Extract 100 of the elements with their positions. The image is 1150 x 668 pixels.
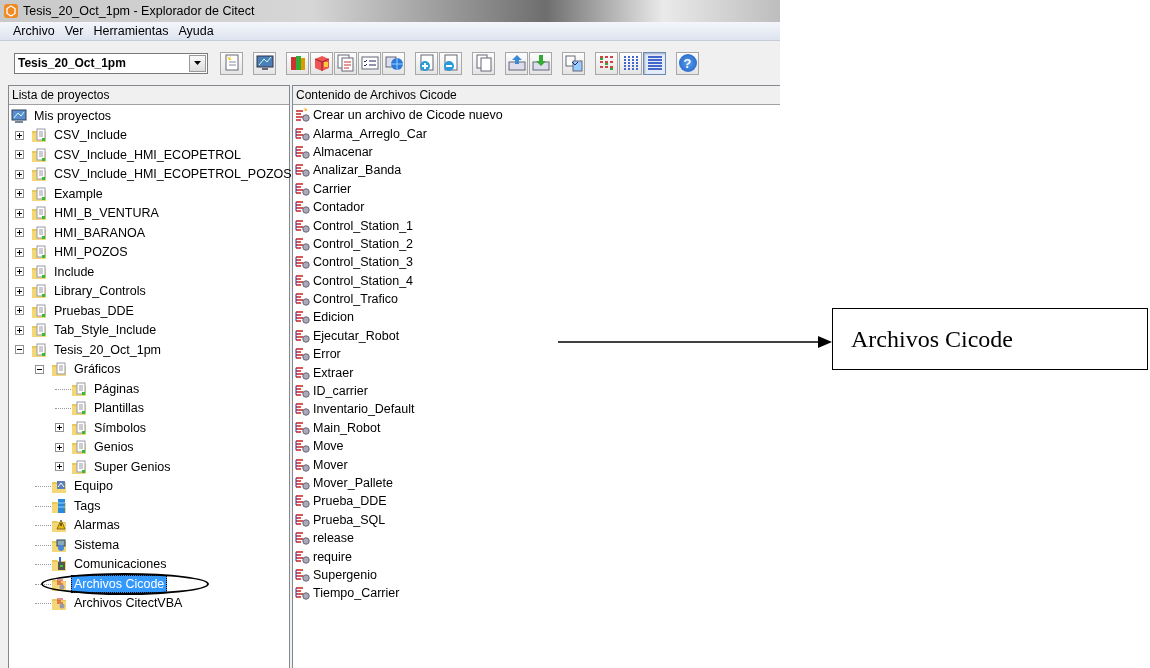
file-item[interactable]: Main_Robot [313, 420, 381, 435]
project-folder-icon [31, 341, 47, 358]
toolbar-button[interactable] [415, 51, 438, 75]
callout-label: Archivos Cicode [832, 308, 1148, 370]
tree-item[interactable]: Genios [91, 438, 137, 457]
toolbar-button[interactable] [439, 51, 462, 75]
expand-icon[interactable] [15, 286, 24, 296]
expand-icon[interactable] [15, 169, 24, 179]
file-item[interactable]: Ejecutar_Robot [313, 328, 400, 343]
tree-item[interactable]: Alarmas [71, 516, 123, 535]
expand-icon[interactable] [15, 306, 24, 316]
toolbar-button[interactable] [286, 51, 309, 75]
communication-folder-icon [51, 556, 67, 573]
file-item[interactable]: Control_Station_3 [313, 255, 414, 270]
tree-item[interactable]: Library_Controls [51, 282, 149, 301]
tree-item[interactable]: Tab_Style_Include [51, 321, 160, 340]
menu-item[interactable]: Herramientas [88, 24, 174, 38]
file-item[interactable]: Crear un archivo de Cicode nuevo [313, 108, 503, 123]
toolbar-button[interactable] [505, 51, 528, 75]
tree-item[interactable]: Sistema [71, 535, 123, 554]
window-title: Tesis_20_Oct_1pm - Explorador de Citect [23, 4, 255, 18]
expand-icon[interactable] [15, 208, 24, 218]
toolbar-button[interactable] [253, 51, 276, 75]
equipment-folder-icon [51, 478, 67, 495]
file-item[interactable]: Move [313, 439, 344, 454]
toolbar-button[interactable] [619, 51, 642, 75]
file-item[interactable]: Mover [313, 457, 348, 472]
file-item[interactable]: Inventario_Default [313, 402, 415, 417]
file-item[interactable]: Alarma_Arreglo_Car [313, 126, 427, 141]
toolbar-button[interactable] [595, 51, 618, 75]
tree-item[interactable]: HMI_BARANOA [51, 223, 148, 242]
file-item[interactable]: require [313, 549, 352, 564]
expand-icon[interactable] [15, 150, 24, 160]
tree-item[interactable]: CSV_Include_HMI_ECOPETROL_POZOS [51, 165, 295, 184]
code-file-icon [295, 364, 311, 381]
code-file-icon [295, 125, 311, 142]
tree-item[interactable]: HMI_B_VENTURA [51, 204, 162, 223]
expand-icon[interactable] [15, 247, 24, 257]
file-item[interactable]: Extraer [313, 365, 354, 380]
expand-icon[interactable] [55, 462, 64, 472]
tree-item[interactable]: Gráficos [71, 360, 124, 379]
tree-item[interactable]: Mis proyectos [31, 106, 115, 125]
tree-item[interactable]: HMI_POZOS [51, 243, 131, 262]
tree-item[interactable]: Pruebas_DDE [51, 301, 137, 320]
toolbar-button[interactable] [358, 51, 381, 75]
tree-item[interactable]: Plantillas [91, 399, 148, 418]
collapse-icon[interactable] [35, 364, 44, 374]
tree-item[interactable]: Comunicaciones [71, 555, 170, 574]
tree-item[interactable]: Tesis_20_Oct_1pm [51, 340, 164, 359]
code-file-icon [295, 475, 311, 491]
file-item[interactable]: Prueba_DDE [313, 494, 387, 509]
file-item[interactable]: Prueba_SQL [313, 512, 386, 527]
tree-item[interactable]: Equipo [71, 477, 116, 496]
code-file-icon [295, 291, 311, 308]
tree-item[interactable]: Super Genios [91, 457, 174, 476]
file-item[interactable]: Mover_Pallete [313, 476, 393, 490]
expand-icon[interactable] [15, 189, 24, 199]
tree-item[interactable]: Example [51, 184, 106, 203]
code-file-icon [295, 438, 311, 455]
file-item[interactable]: Error [313, 347, 341, 362]
file-item[interactable]: Edicion [313, 310, 354, 325]
menu-item[interactable]: Ver [59, 24, 89, 38]
expand-icon[interactable] [55, 423, 64, 433]
collapse-icon[interactable] [15, 345, 24, 355]
file-item[interactable]: Carrier [313, 181, 352, 196]
expand-icon[interactable] [15, 130, 24, 140]
expand-icon[interactable] [15, 228, 24, 238]
expand-icon[interactable] [15, 325, 24, 335]
file-item[interactable]: release [313, 531, 354, 546]
code-file-icon [295, 162, 311, 179]
file-item[interactable]: Control_Station_1 [313, 218, 414, 233]
tree-item[interactable]: Include [51, 262, 98, 281]
tree-item[interactable]: Tags [71, 496, 104, 515]
expand-icon[interactable] [15, 267, 24, 277]
tree-item[interactable]: Símbolos [91, 418, 150, 437]
tree-item[interactable]: CSV_Include [51, 126, 130, 145]
toolbar-button[interactable] [529, 51, 552, 75]
file-item[interactable]: Almacenar [313, 144, 373, 159]
file-item[interactable]: Control_Trafico [313, 292, 398, 307]
toolbar-button[interactable] [643, 51, 666, 75]
file-item[interactable]: Supergenio [313, 567, 377, 582]
code-file-icon [295, 456, 311, 473]
toolbar-button[interactable] [562, 51, 585, 75]
menu-item[interactable]: Ayuda [173, 24, 219, 38]
expand-icon[interactable] [55, 442, 64, 452]
file-item[interactable]: Contador [313, 200, 365, 215]
project-folder-icon [31, 322, 47, 339]
project-dropdown[interactable]: Tesis_20_Oct_1pm [14, 52, 208, 74]
tree-item[interactable]: Páginas [91, 379, 143, 398]
file-item[interactable]: Analizar_Banda [313, 163, 402, 178]
file-item[interactable]: Control_Station_2 [313, 236, 414, 251]
tree-item[interactable]: CSV_Include_HMI_ECOPETROL [51, 145, 244, 164]
file-item[interactable]: Tiempo_Carrier [313, 586, 400, 601]
tree-item[interactable]: Archivos CitectVBA [71, 594, 186, 613]
menu-item[interactable]: Archivo [8, 24, 60, 38]
toolbar-button[interactable] [310, 51, 333, 75]
file-item[interactable]: ID_carrier [313, 384, 368, 399]
project-folder-icon [31, 224, 47, 241]
file-item[interactable]: Control_Station_4 [313, 273, 414, 288]
toolbar-button[interactable] [382, 51, 405, 75]
